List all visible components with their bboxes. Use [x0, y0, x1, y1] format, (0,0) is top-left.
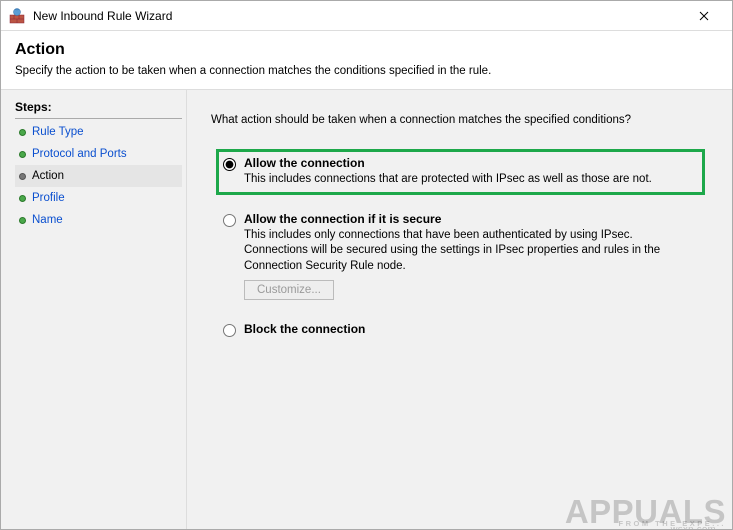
option-title: Block the connection — [244, 322, 365, 336]
option-text: Allow the connection This includes conne… — [244, 156, 652, 188]
option-allow-secure[interactable]: Allow the connection if it is secure Thi… — [219, 208, 702, 305]
option-text: Allow the connection if it is secure Thi… — [244, 212, 698, 301]
step-label: Protocol and Ports — [32, 148, 127, 160]
option-desc: This includes only connections that have… — [244, 228, 698, 275]
steps-sidebar: Steps: Rule Type Protocol and Ports Acti… — [1, 90, 186, 529]
titlebar: New Inbound Rule Wizard — [1, 1, 732, 31]
option-block-connection[interactable]: Block the connection — [219, 318, 702, 342]
radio-allow[interactable] — [223, 158, 236, 171]
step-profile[interactable]: Profile — [15, 187, 182, 209]
watermark-site: wsxn.com — [671, 524, 716, 529]
option-allow-connection[interactable]: Allow the connection This includes conne… — [219, 152, 702, 192]
step-label: Rule Type — [32, 126, 84, 138]
close-button[interactable] — [684, 2, 724, 30]
step-bullet-icon — [19, 173, 26, 180]
action-options: Allow the connection This includes conne… — [207, 152, 702, 342]
step-label: Action — [32, 170, 64, 182]
step-name[interactable]: Name — [15, 209, 182, 231]
step-bullet-icon — [19, 195, 26, 202]
window-title: New Inbound Rule Wizard — [33, 9, 684, 23]
step-rule-type[interactable]: Rule Type — [15, 121, 182, 143]
main-panel: What action should be taken when a conne… — [186, 90, 732, 529]
page-description: Specify the action to be taken when a co… — [15, 65, 718, 77]
close-icon — [699, 11, 709, 21]
page-title: Action — [15, 41, 718, 59]
step-label: Profile — [32, 192, 65, 204]
step-bullet-icon — [19, 129, 26, 136]
radio-allow-secure[interactable] — [223, 214, 236, 227]
step-bullet-icon — [19, 151, 26, 158]
body: Steps: Rule Type Protocol and Ports Acti… — [1, 90, 732, 529]
step-bullet-icon — [19, 217, 26, 224]
step-protocol-ports[interactable]: Protocol and Ports — [15, 143, 182, 165]
step-action[interactable]: Action — [15, 165, 182, 187]
option-title: Allow the connection if it is secure — [244, 212, 698, 226]
radio-block[interactable] — [223, 324, 236, 337]
option-desc: This includes connections that are prote… — [244, 172, 652, 188]
customize-button: Customize... — [244, 280, 334, 300]
wizard-window: New Inbound Rule Wizard Action Specify t… — [0, 0, 733, 530]
page-header: Action Specify the action to be taken wh… — [1, 31, 732, 90]
action-prompt: What action should be taken when a conne… — [207, 114, 702, 126]
option-text: Block the connection — [244, 322, 365, 338]
firewall-icon — [9, 8, 25, 24]
option-title: Allow the connection — [244, 156, 652, 170]
step-label: Name — [32, 214, 63, 226]
steps-heading: Steps: — [15, 100, 182, 119]
